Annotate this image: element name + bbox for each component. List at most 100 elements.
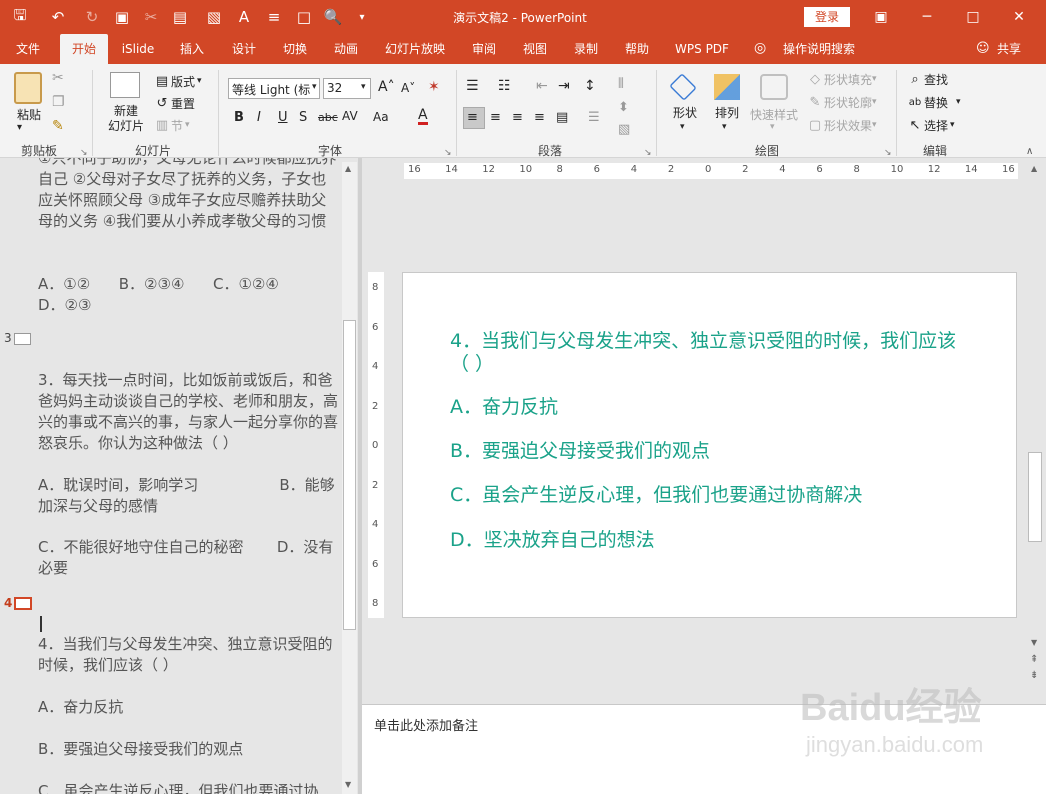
- shape-button[interactable]: 形状: [668, 104, 702, 121]
- customize-qa-icon[interactable]: ▾: [352, 7, 372, 27]
- layout-icon[interactable]: ▤: [170, 7, 190, 27]
- chevron-down-icon[interactable]: ▾: [770, 122, 775, 132]
- new-slide-icon[interactable]: [110, 72, 140, 98]
- scroll-up-icon[interactable]: ▲: [1031, 164, 1037, 173]
- clear-format-icon[interactable]: ✶: [428, 79, 440, 95]
- underline-icon[interactable]: U: [278, 110, 288, 125]
- justify-icon[interactable]: ≡: [534, 110, 545, 125]
- bullets-icon[interactable]: ☰: [466, 78, 479, 94]
- select-button[interactable]: ↖ 选择 ▾: [906, 114, 955, 136]
- maximize-button[interactable]: □: [950, 0, 996, 34]
- slide-option-c[interactable]: C．虽会产生逆反心理，但我们也要通过协商解决: [450, 484, 862, 507]
- paste-button[interactable]: 粘贴: [12, 106, 46, 123]
- cut-icon[interactable]: ✂: [141, 7, 161, 27]
- line-spacing-icon[interactable]: ↕: [584, 78, 596, 94]
- close-button[interactable]: ✕: [996, 0, 1042, 34]
- slide-option-a[interactable]: A．奋力反抗: [450, 396, 558, 419]
- arrange-icon[interactable]: [714, 74, 740, 100]
- print-preview-icon[interactable]: 🔍: [323, 7, 343, 27]
- outline-slide4-a[interactable]: A．奋力反抗: [38, 697, 340, 718]
- dialog-launcher-icon[interactable]: ↘: [444, 148, 452, 158]
- dialog-launcher-icon[interactable]: ↘: [80, 148, 88, 158]
- ribbon-display-icon[interactable]: ▣: [858, 0, 904, 34]
- change-case-icon[interactable]: Aa: [373, 110, 389, 124]
- chevron-down-icon[interactable]: ▾: [680, 122, 685, 132]
- login-button[interactable]: 登录: [804, 7, 850, 27]
- share-button[interactable]: 共享: [992, 34, 1026, 64]
- outline-slide4-b[interactable]: B．要强迫父母接受我们的观点: [38, 739, 340, 760]
- section-button[interactable]: ▥ 节 ▾: [153, 114, 190, 136]
- slideshow-icon[interactable]: ▣: [112, 7, 132, 27]
- scroll-down-icon[interactable]: ▼: [1031, 638, 1037, 647]
- scroll-up-icon[interactable]: ▲: [345, 164, 351, 173]
- outline-scrollbar[interactable]: ▲ ▼: [342, 162, 357, 794]
- numbering-icon[interactable]: ☷: [498, 78, 511, 94]
- distributed-icon[interactable]: ▤: [556, 110, 568, 125]
- layout-button[interactable]: ▤ 版式 ▾: [153, 70, 202, 92]
- outline-pane[interactable]: ①只不同子助协，父母无论什么时候都应抚养自己 ②父母对子女尽了抚养的义务，子女也…: [0, 158, 358, 794]
- quick-styles-button[interactable]: 快速样式: [748, 106, 800, 123]
- scroll-thumb[interactable]: [343, 320, 356, 630]
- new-slide-button[interactable]: 新建 幻灯片: [100, 104, 152, 134]
- outline-slide4-question[interactable]: 4．当我们与父母发生冲突、独立意识受阻的时候，我们应该（ ）: [38, 634, 340, 676]
- reset-button[interactable]: ↺ 重置: [153, 92, 195, 114]
- align-text-icon[interactable]: ⬍: [618, 100, 629, 115]
- paste-icon[interactable]: [14, 72, 42, 104]
- notes-placeholder[interactable]: 单击此处添加备注: [374, 715, 478, 734]
- new-doc-icon[interactable]: □: [294, 7, 314, 27]
- align-center-icon[interactable]: ≡: [490, 110, 501, 125]
- slide-scrollbar[interactable]: ▲ ▼ ⇞ ⇟: [1027, 162, 1043, 682]
- replace-button[interactable]: ab 替换 ▾: [906, 91, 961, 113]
- text-direction-icon[interactable]: ⫴: [618, 76, 624, 92]
- font-color-icon[interactable]: A: [234, 7, 254, 27]
- picture-icon[interactable]: ▧: [204, 7, 224, 27]
- chevron-down-icon[interactable]: ▾: [722, 122, 727, 132]
- shadow-icon[interactable]: S: [299, 110, 307, 125]
- scroll-thumb[interactable]: [1028, 452, 1042, 542]
- shape-outline-button[interactable]: ✎ 形状轮廓 ▾: [806, 91, 877, 113]
- chevron-down-icon[interactable]: ▾: [361, 82, 366, 92]
- outline-slide3-cd[interactable]: C．不能很好地守住自己的秘密 D．没有必要: [38, 537, 340, 579]
- dialog-launcher-icon[interactable]: ↘: [644, 148, 652, 158]
- slide-thumbnail-icon[interactable]: [14, 333, 31, 345]
- shape-fill-button[interactable]: ◇ 形状填充 ▾: [806, 68, 877, 90]
- tab-slideshow[interactable]: 幻灯片放映: [380, 34, 450, 64]
- save-icon[interactable]: 🖫: [10, 6, 30, 27]
- copy-icon[interactable]: ❐: [52, 94, 65, 110]
- char-spacing-icon[interactable]: AV: [342, 109, 358, 123]
- quick-styles-icon[interactable]: [760, 74, 788, 100]
- columns-icon[interactable]: ☰: [588, 110, 600, 125]
- minimize-button[interactable]: ─: [904, 0, 950, 34]
- shape-effect-button[interactable]: ▢ 形状效果 ▾: [806, 114, 877, 136]
- previous-slide-icon[interactable]: ⇞: [1030, 654, 1038, 665]
- slide-canvas[interactable]: 4．当我们与父母发生冲突、独立意识受阻的时候，我们应该（ ） A．奋力反抗 B．…: [402, 272, 1017, 618]
- align-right-icon[interactable]: ≡: [512, 110, 523, 125]
- font-color-icon[interactable]: A: [418, 108, 428, 125]
- slide-thumbnail-icon[interactable]: [14, 597, 32, 610]
- cut-icon[interactable]: ✂: [52, 70, 64, 86]
- font-name-select[interactable]: 等线 Light (标: [228, 78, 320, 99]
- outline-slide2-text[interactable]: ①只不同子助协，父母无论什么时候都应抚养自己 ②父母对子女尽了抚养的义务，子女也…: [38, 158, 340, 232]
- arrange-button[interactable]: 排列: [710, 104, 744, 121]
- undo-icon[interactable]: ↶: [48, 7, 68, 27]
- slide-question[interactable]: 4．当我们与父母发生冲突、独立意识受阻的时候，我们应该（ ）: [450, 330, 970, 376]
- tell-me-search[interactable]: 操作说明搜索: [778, 34, 860, 64]
- tab-review[interactable]: 审阅: [464, 34, 504, 64]
- slide-option-b[interactable]: B．要强迫父母接受我们的观点: [450, 440, 710, 463]
- tab-home[interactable]: 开始: [60, 34, 108, 64]
- outline-slide3-ab[interactable]: A．耽误时间，影响学习 B．能够加深与父母的感情: [38, 475, 340, 517]
- chevron-down-icon[interactable]: ▾: [17, 122, 22, 133]
- outline-slide4-c[interactable]: C．虽会产生逆反心理，但我们也要通过协: [38, 781, 340, 794]
- format-painter-icon[interactable]: ✎: [52, 118, 64, 134]
- tab-record[interactable]: 录制: [566, 34, 606, 64]
- grow-font-icon[interactable]: A˄: [378, 79, 395, 95]
- decrease-indent-icon[interactable]: ⇤: [536, 78, 548, 94]
- tab-islide[interactable]: iSlide: [116, 34, 160, 64]
- bold-icon[interactable]: B: [234, 110, 244, 125]
- increase-indent-icon[interactable]: ⇥: [558, 78, 570, 94]
- smartart-icon[interactable]: ▧: [618, 122, 630, 137]
- tab-animations[interactable]: 动画: [326, 34, 366, 64]
- tab-view[interactable]: 视图: [515, 34, 555, 64]
- chevron-down-icon[interactable]: ▾: [312, 82, 317, 92]
- strikethrough-icon[interactable]: abc: [318, 111, 338, 124]
